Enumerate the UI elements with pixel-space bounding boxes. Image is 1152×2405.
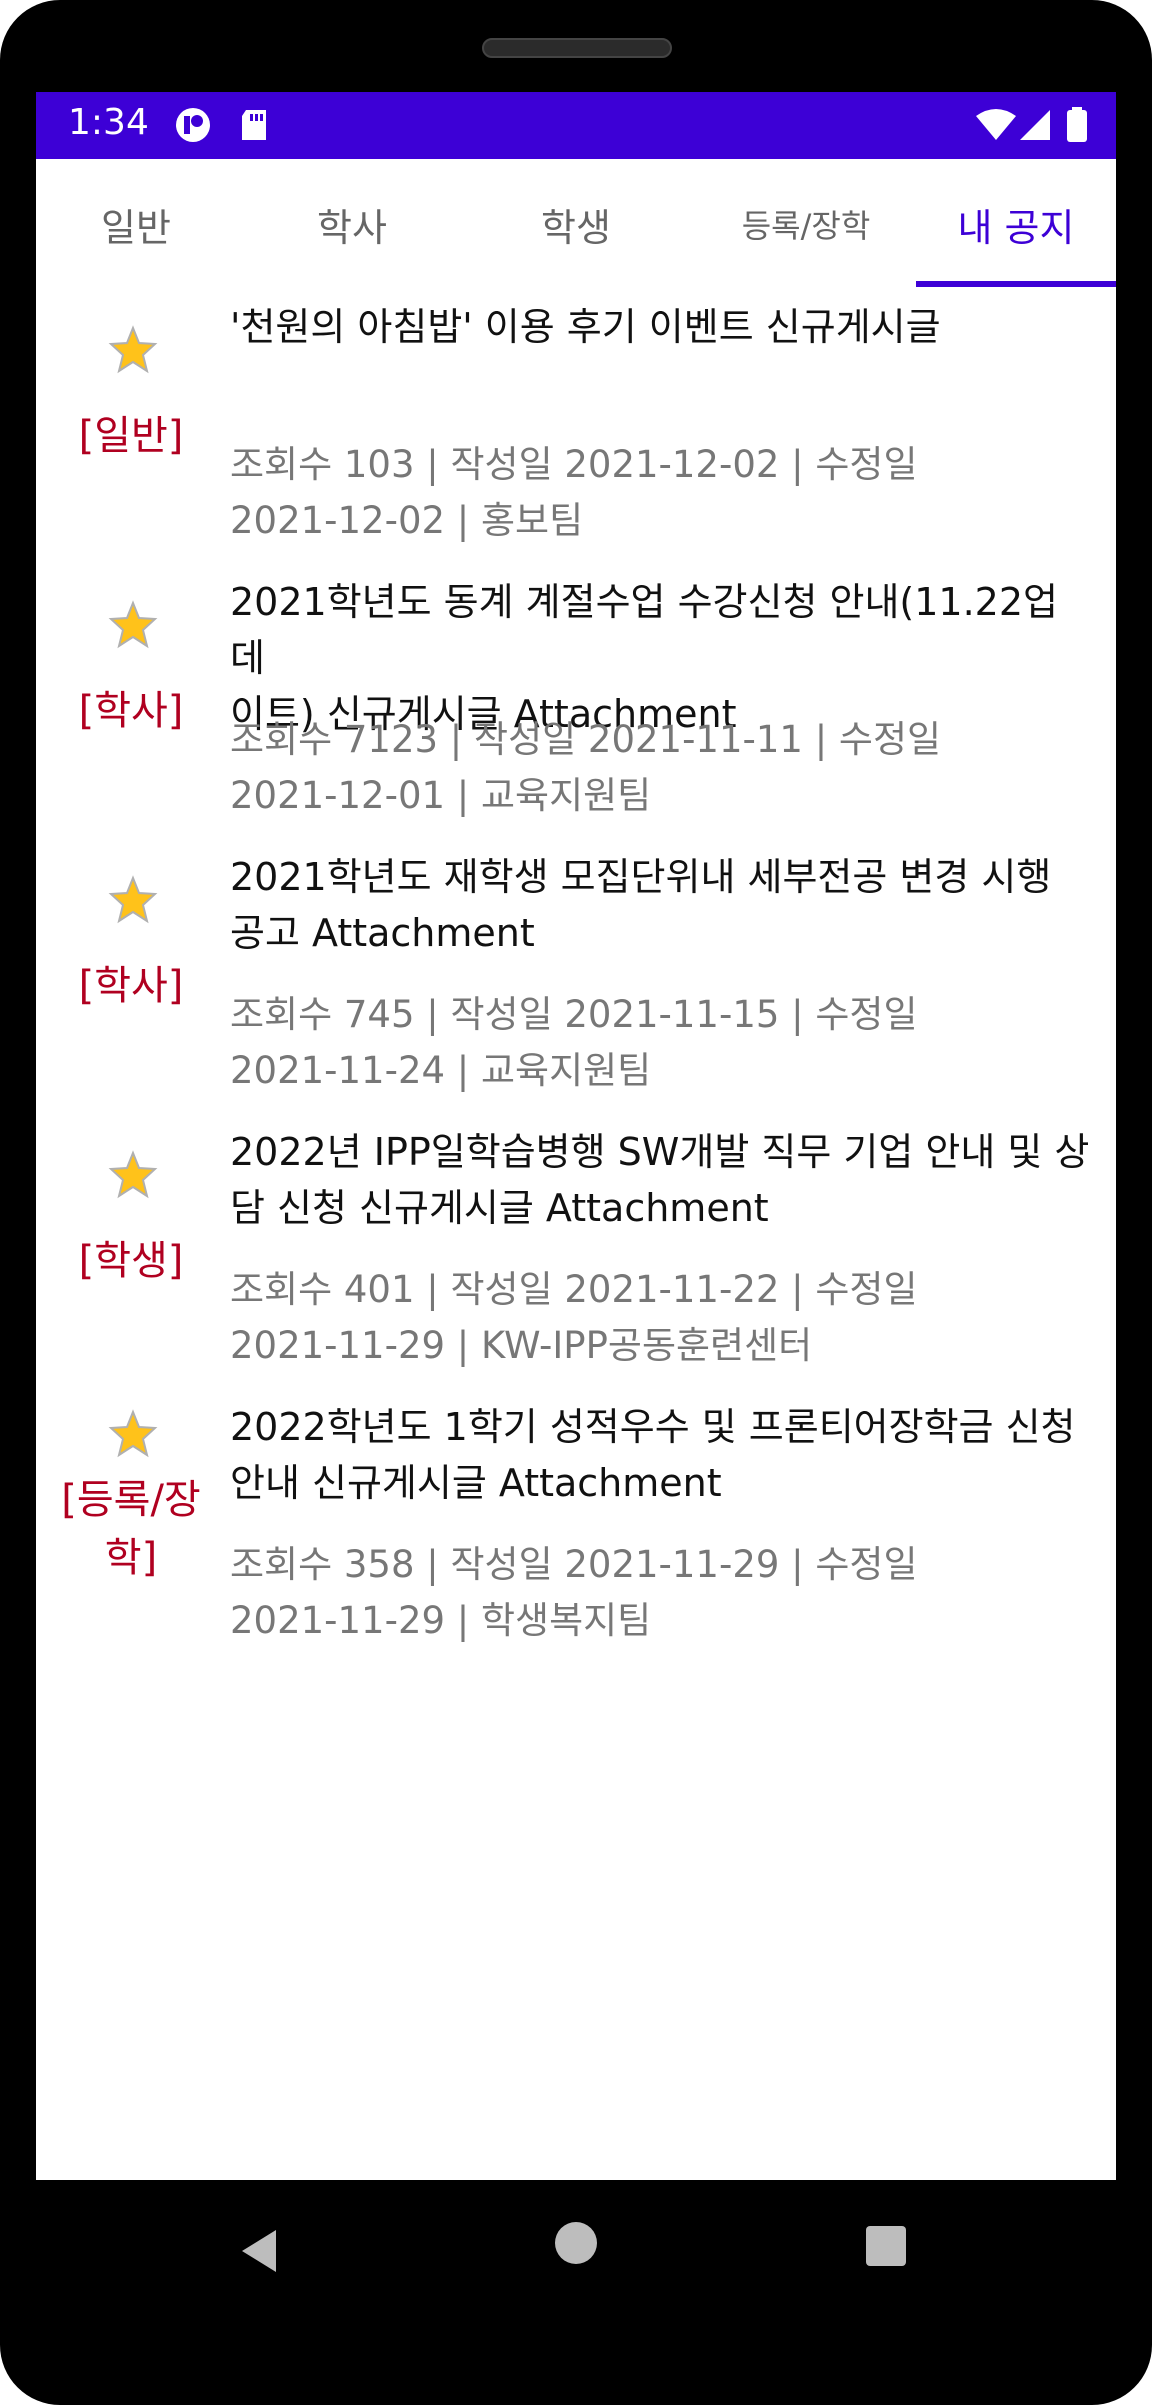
status-bar: 1:34: [36, 92, 1116, 159]
tab-registration-scholarship[interactable]: 등록/장학: [696, 159, 916, 289]
notice-item[interactable]: [학사] 2021학년도 동계 계절수업 수강신청 안내(11.22업데 이트)…: [36, 564, 1116, 839]
status-time: 1:34: [68, 102, 149, 143]
star-favorite-icon[interactable]: [108, 600, 158, 650]
notice-item[interactable]: [일반] '천원의 아침밥' 이용 후기 이벤트 신규게시글 조회수 103 |…: [36, 289, 1116, 564]
back-icon[interactable]: [240, 2228, 280, 2274]
notice-title: 2022학년도 1학기 성적우수 및 프론티어장학금 신청 안내 신규게시글 A…: [230, 1405, 1076, 1505]
star-favorite-icon[interactable]: [108, 1150, 158, 1200]
notice-title: '천원의 아침밥' 이용 후기 이벤트 신규게시글: [230, 305, 941, 349]
star-favorite-icon[interactable]: [108, 875, 158, 925]
notice-category: [일반]: [78, 413, 184, 459]
tab-my-notices[interactable]: 내 공지: [916, 159, 1116, 289]
notice-category: [학생]: [78, 1238, 184, 1284]
tab-general[interactable]: 일반: [36, 159, 236, 289]
notice-item[interactable]: [등록/장 학] 2022학년도 1학기 성적우수 및 프론티어장학금 신청 안…: [36, 1389, 1116, 1664]
active-tab-indicator: [916, 281, 1116, 287]
notice-title: 2021학년도 재학생 모집단위내 세부전공 변경 시행 공고 Attachme…: [230, 855, 1052, 955]
navigation-bar: [0, 2180, 1152, 2320]
star-favorite-icon[interactable]: [108, 325, 158, 375]
app-notification-icon: [176, 108, 210, 142]
recent-apps-icon[interactable]: [866, 2226, 906, 2266]
tab-student[interactable]: 학생: [476, 159, 676, 289]
notice-meta: 조회수 7123 | 작성일 2021-11-11 | 수정일 2021-12-…: [230, 718, 942, 817]
notice-category: [학사]: [78, 963, 184, 1009]
notice-meta: 조회수 745 | 작성일 2021-11-15 | 수정일 2021-11-2…: [230, 993, 918, 1092]
notice-meta: 조회수 401 | 작성일 2021-11-22 | 수정일 2021-11-2…: [230, 1268, 918, 1367]
star-favorite-icon[interactable]: [108, 1409, 158, 1459]
battery-icon: [1067, 107, 1087, 142]
category-tabs: 일반 학사 학생 등록/장학 내 공지: [36, 159, 1116, 289]
notice-item[interactable]: [학사] 2021학년도 재학생 모집단위내 세부전공 변경 시행 공고 Att…: [36, 839, 1116, 1114]
notice-category: [등록/장 학]: [61, 1477, 201, 1581]
phone-frame: 1:34 일반 학사 학생 등록/장학 내 공지 [일반] '천원의 아침밥' …: [0, 0, 1152, 2405]
home-icon[interactable]: [555, 2222, 597, 2264]
notice-category: [학사]: [78, 688, 184, 734]
notice-meta: 조회수 103 | 작성일 2021-12-02 | 수정일 2021-12-0…: [230, 443, 918, 542]
notice-meta: 조회수 358 | 작성일 2021-11-29 | 수정일 2021-11-2…: [230, 1543, 918, 1642]
notice-item[interactable]: [학생] 2022년 IPP일학습병행 SW개발 직무 기업 안내 및 상 담 …: [36, 1114, 1116, 1389]
notice-title: 2022년 IPP일학습병행 SW개발 직무 기업 안내 및 상 담 신청 신규…: [230, 1130, 1090, 1230]
cellular-signal-icon: [1020, 110, 1050, 140]
wifi-icon: [976, 109, 1016, 140]
sd-card-icon: [242, 110, 266, 140]
tab-academic[interactable]: 학사: [252, 159, 452, 289]
speaker-grille: [482, 38, 672, 58]
app-screen: 1:34 일반 학사 학생 등록/장학 내 공지 [일반] '천원의 아침밥' …: [36, 92, 1116, 2180]
